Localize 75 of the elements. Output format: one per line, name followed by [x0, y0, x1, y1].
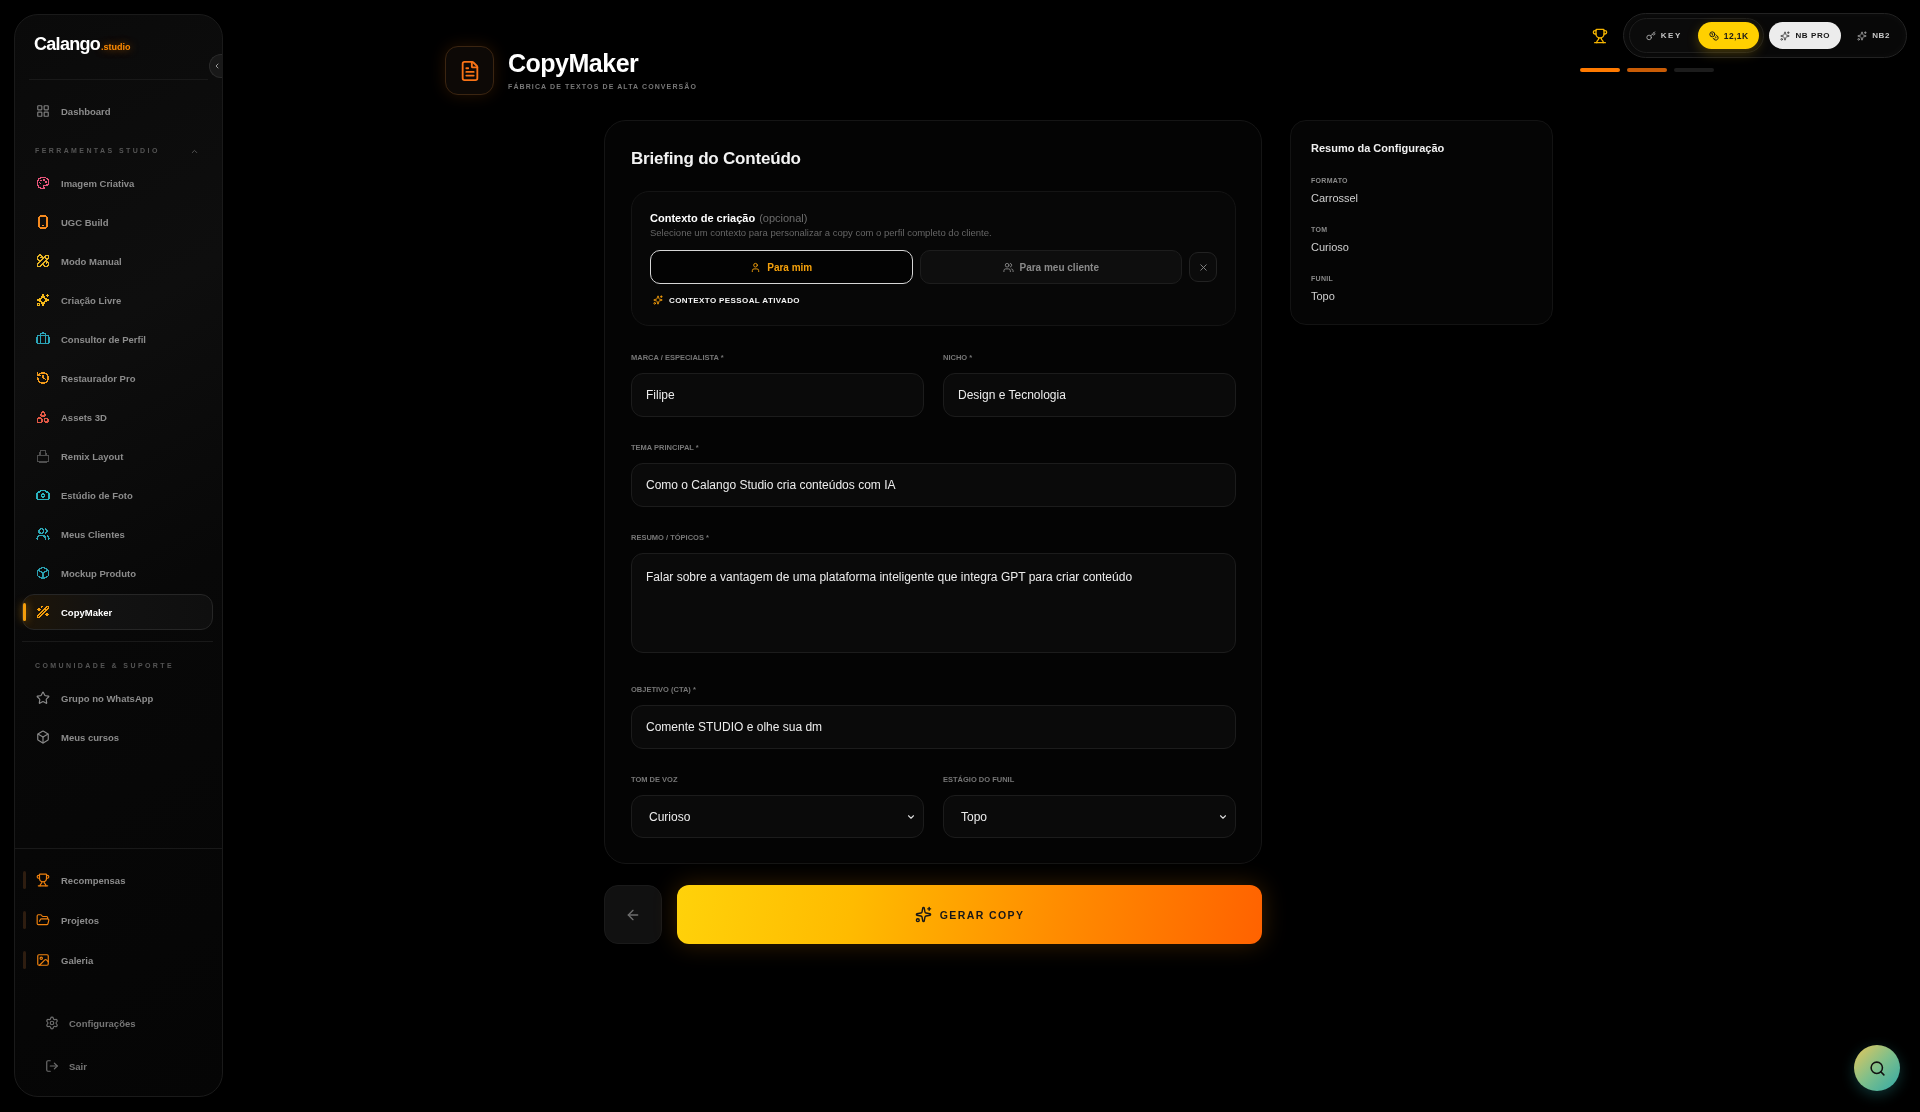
search-icon: [1868, 1059, 1886, 1077]
summary-value: Curioso: [1311, 240, 1350, 255]
nav-item[interactable]: Assets 3D: [22, 399, 213, 435]
context-description: Selecione um contexto para personalizar a copy com o perfil completo do cliente.: [650, 227, 993, 239]
nav-item[interactable]: Configurações: [22, 1005, 213, 1041]
context-option[interactable]: Para meu cliente: [919, 250, 1182, 284]
close-icon: [1197, 261, 1209, 273]
cube-icon: [36, 730, 50, 744]
model-option[interactable]: NB2: [1846, 22, 1901, 49]
text-input[interactable]: Filipe: [631, 373, 924, 417]
settings-icon: [45, 1016, 59, 1030]
indicator-bar: [23, 951, 26, 969]
logo-wordmark: Calango: [34, 33, 101, 56]
select-field[interactable]: Topo: [943, 795, 1236, 838]
grid-icon: [36, 104, 50, 118]
sparkles-icon: [914, 906, 932, 923]
context-status: CONTEXTO PESSOAL ATIVADO: [669, 295, 800, 305]
key-button[interactable]: KEY: [1633, 22, 1694, 49]
text-input[interactable]: Como o Calango Studio cria conteúdos com IA: [631, 463, 1236, 507]
text-input[interactable]: Design e Tecnologia: [943, 373, 1236, 417]
chevron-left-icon: [213, 62, 221, 70]
nav-item[interactable]: Mockup Produto: [22, 555, 213, 591]
nav-item[interactable]: Projetos: [22, 902, 213, 938]
key-icon: [1645, 30, 1656, 41]
nav-item[interactable]: Modo Manual: [22, 243, 213, 279]
nav-item[interactable]: Galeria: [22, 942, 213, 978]
nav-item[interactable]: Dashboard: [22, 93, 213, 129]
document-icon: [445, 46, 494, 95]
nav-item[interactable]: Restaurador Pro: [22, 360, 213, 396]
nav-item[interactable]: Estúdio de Foto: [22, 477, 213, 513]
summary-title: Resumo da Configuração: [1311, 141, 1446, 156]
close-button[interactable]: [1189, 252, 1217, 282]
nav-item[interactable]: Imagem Criativa: [22, 165, 213, 201]
textarea-field[interactable]: Falar sobre a vantagem de uma plataforma inteligente que integra GPT para criar conteúdo: [631, 553, 1236, 653]
collapse-button[interactable]: [209, 54, 222, 78]
sparkles-icon: [1780, 30, 1791, 41]
folder-icon: [36, 913, 50, 927]
star-icon: [36, 691, 50, 705]
indicator-bar: [23, 871, 26, 889]
active-indicator: [23, 603, 26, 621]
search-button[interactable]: [1854, 1045, 1900, 1091]
nav-item[interactable]: UGC Build: [22, 204, 213, 240]
nav-item[interactable]: Consultor de Perfil: [22, 321, 213, 357]
summary-value: Carrossel: [1311, 191, 1360, 206]
nav-item[interactable]: Remix Layout: [22, 438, 213, 474]
logout-icon: [45, 1059, 59, 1073]
nav-item[interactable]: Criação Livre: [22, 282, 213, 318]
nav-item[interactable]: Recompensas: [22, 862, 213, 898]
user-icon: [750, 261, 762, 273]
summary-value: Topo: [1311, 289, 1336, 304]
optional-note: (opcional): [759, 211, 808, 225]
text-input[interactable]: Comente STUDIO e olhe sua dm: [631, 705, 1236, 749]
generate-button[interactable]: GERAR COPY: [677, 885, 1262, 944]
model-option[interactable]: NB PRO: [1769, 22, 1842, 49]
trophy-icon: [36, 873, 50, 887]
nav-item[interactable]: Sair: [22, 1048, 213, 1084]
card-title: Briefing do Conteúdo: [631, 148, 802, 170]
context-option[interactable]: Para mim: [650, 250, 913, 284]
page-title: CopyMaker: [508, 49, 640, 77]
trophy-icon[interactable]: [1591, 27, 1608, 44]
image-icon: [36, 953, 50, 967]
indicator-bar: [23, 911, 26, 929]
nav-item[interactable]: Meus Clientes: [22, 516, 213, 552]
nav-item[interactable]: Grupo no WhatsApp: [22, 680, 213, 716]
context-title: Contexto de criação: [650, 211, 756, 225]
users-icon: [1002, 261, 1014, 273]
sparkles-icon: [653, 295, 663, 305]
coins-icon: [1708, 30, 1719, 41]
credits-badge: 12,1K: [1697, 22, 1760, 49]
logo-suffix: .studio: [101, 41, 131, 53]
back-button[interactable]: [604, 885, 662, 944]
nav-item[interactable]: CopyMaker: [22, 594, 213, 630]
nav-item[interactable]: Meus cursos: [22, 719, 213, 755]
sparkles-icon: [1857, 30, 1868, 41]
select-field[interactable]: Curioso: [631, 795, 924, 838]
